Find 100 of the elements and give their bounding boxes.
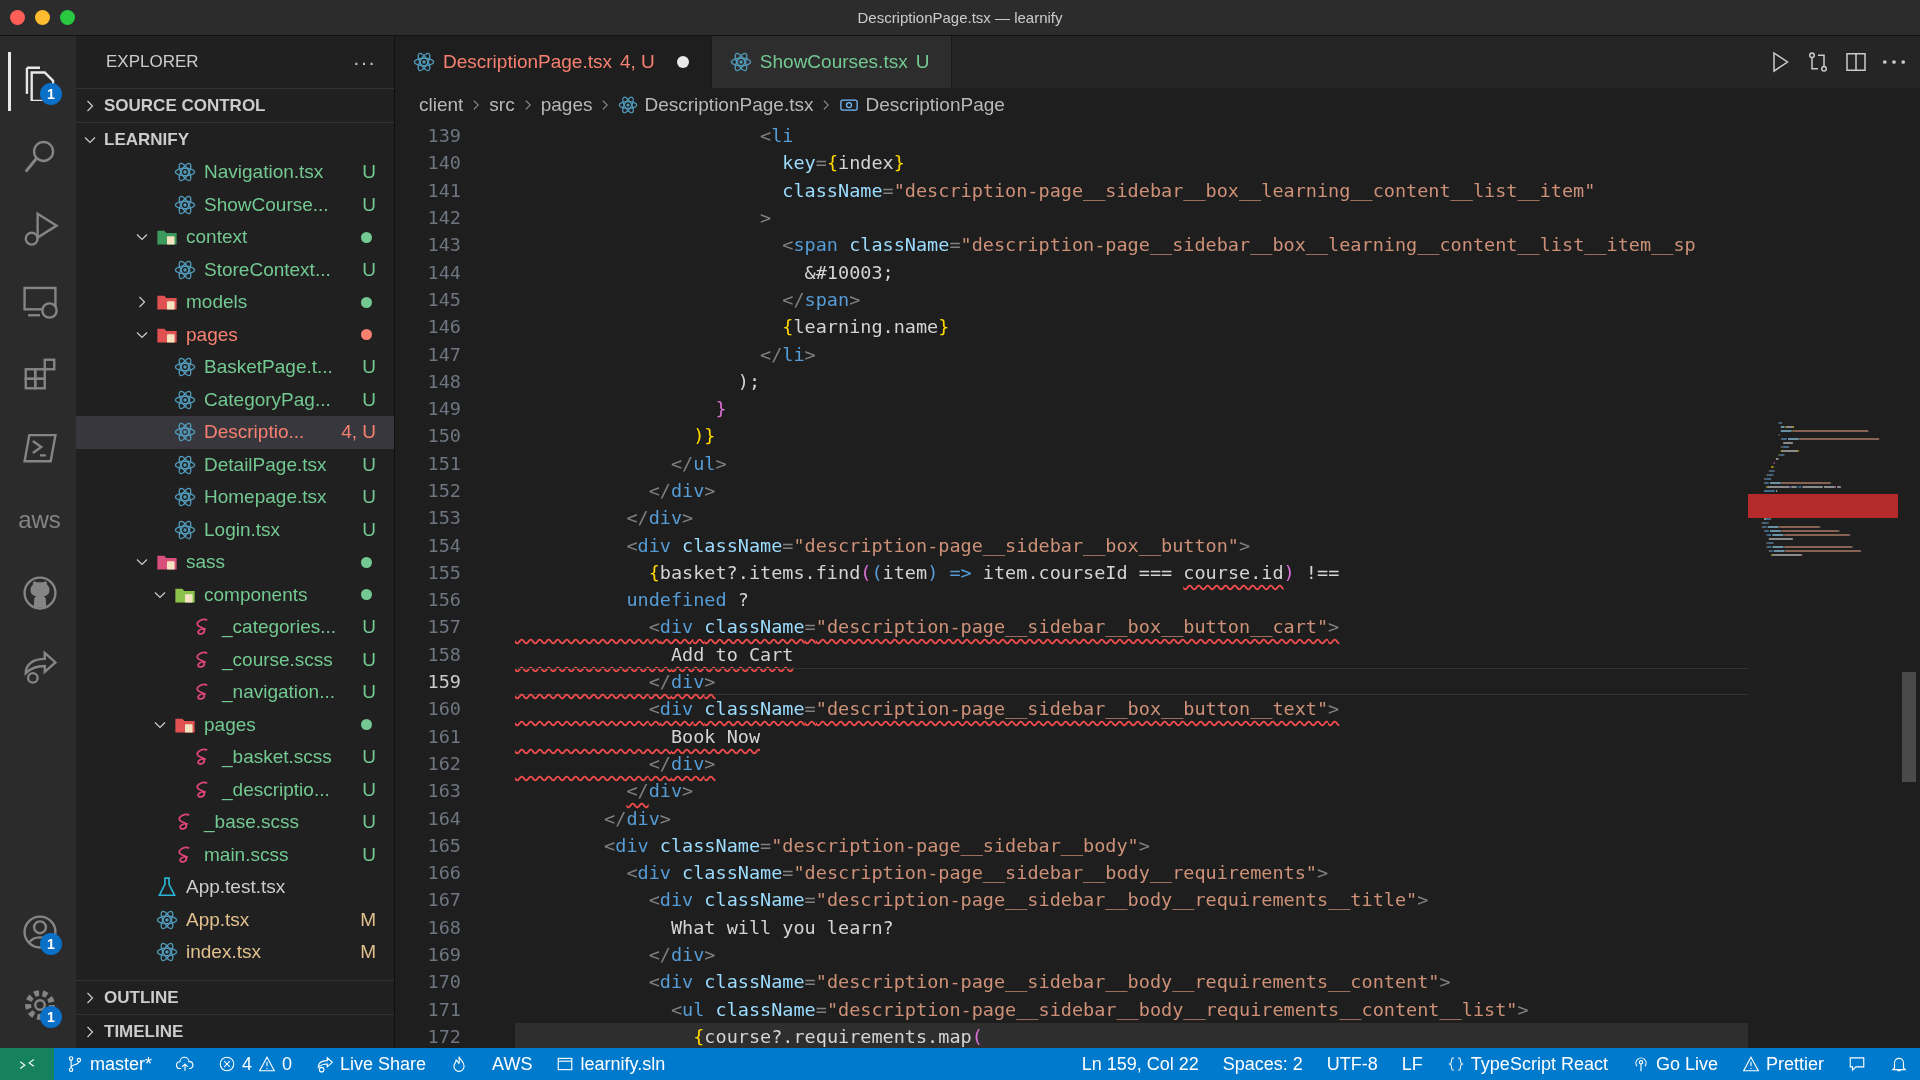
line-number: 159 [426, 671, 462, 693]
aws-button[interactable]: aws [8, 490, 68, 549]
more-button[interactable] [1882, 59, 1906, 65]
tree-item[interactable]: ShowCourse... U [76, 188, 394, 221]
tree-item[interactable]: _basket.scss U [76, 741, 394, 774]
code-line: {learning.name} [781, 315, 951, 340]
status-item[interactable]: Go Live [1619, 1048, 1730, 1080]
tree-item[interactable]: _descriptio... U [76, 773, 394, 806]
line-number: 139 [426, 125, 462, 147]
code-line: Book Now [669, 724, 762, 749]
panel-title: EXPLORER [106, 52, 199, 72]
minimize-button[interactable] [35, 10, 50, 25]
section-header[interactable]: SOURCE CONTROL [76, 88, 394, 122]
status-item[interactable]: LF [1389, 1048, 1435, 1080]
line-number: 167 [426, 889, 462, 911]
code-line: </div> [625, 779, 695, 804]
maximize-button[interactable] [60, 10, 75, 25]
editor-tab[interactable]: DescriptionPage.tsx 4, U [395, 36, 712, 88]
code-line: <div className="description-page__sidebar__box__button__text"> [647, 697, 1341, 722]
editor-tab[interactable]: ShowCourses.tsx U [711, 36, 953, 88]
status-item[interactable]: Live Share [304, 1048, 439, 1080]
problems-button[interactable]: 4 0 [206, 1048, 305, 1080]
line-number: 161 [426, 725, 462, 747]
tree-item[interactable]: CategoryPag... U [76, 383, 394, 416]
status-item[interactable]: learnify.sln [544, 1048, 678, 1080]
settings-button[interactable]: 1 [8, 975, 68, 1034]
breadcrumb-item[interactable]: DescriptionPage.tsx [618, 94, 814, 116]
breadcrumb-item[interactable]: DescriptionPage [839, 94, 1005, 116]
atom-icon [156, 941, 178, 964]
line-number: 152 [426, 480, 462, 501]
split-editor-button[interactable] [1844, 50, 1868, 74]
code-line: </li> [759, 342, 817, 367]
status-item[interactable]: master* [54, 1048, 164, 1080]
tree-item[interactable]: _navigation... U [76, 676, 394, 709]
scrollbar-thumb[interactable] [1902, 672, 1916, 782]
files-button[interactable]: 1 [8, 52, 68, 111]
breadcrumb-item[interactable]: src [489, 94, 515, 116]
account-button[interactable]: 1 [8, 902, 68, 961]
share-arrow-icon [316, 1055, 335, 1073]
code-line: <div className="description-page__sidebar__body"> [603, 833, 1151, 858]
compare-button[interactable] [1806, 50, 1830, 74]
tree-item[interactable]: Navigation.tsx U [76, 156, 394, 189]
tree-item[interactable]: Homepage.tsx U [76, 481, 394, 514]
tree-item[interactable]: components [76, 578, 394, 611]
line-number: 147 [426, 343, 462, 365]
tree-item[interactable]: sass [76, 546, 394, 579]
status-item[interactable]: AWS [480, 1048, 545, 1080]
tree-item[interactable]: BasketPage.t... U [76, 351, 394, 384]
line-number: 143 [426, 234, 462, 256]
code-line: <div className="description-page__sidebar__body__requirements__title"> [647, 888, 1430, 913]
close-button[interactable] [10, 10, 25, 25]
tree-item[interactable]: pages [76, 708, 394, 741]
code-line: </div> [625, 506, 695, 531]
tree-item[interactable]: App.tsx M [76, 903, 394, 936]
code-line: </div> [515, 667, 1748, 696]
tree-item[interactable]: index.tsx M [76, 936, 394, 969]
code-line: undefined ? [625, 588, 750, 613]
tree-item[interactable]: main.scss U [76, 838, 394, 871]
feedback-icon [1848, 1055, 1866, 1073]
atom-icon [174, 356, 196, 379]
breadcrumb-item[interactable]: client [419, 94, 464, 116]
count-badge: 1 [40, 933, 62, 955]
section-header[interactable]: LEARNIFY [76, 122, 394, 156]
line-number: 172 [426, 1025, 462, 1047]
tree-item[interactable]: models [76, 286, 394, 319]
line-number: 148 [426, 370, 462, 392]
tree-item[interactable]: Login.tsx U [76, 513, 394, 546]
tree-item[interactable]: pages [76, 318, 394, 351]
tree-item[interactable]: StoreContext... U [76, 253, 394, 286]
line-number: 165 [426, 834, 462, 856]
status-item[interactable]: Ln 159, Col 22 [1069, 1048, 1211, 1080]
code-line: &#10003; [803, 260, 895, 285]
atom-icon [174, 258, 196, 281]
line-number: 169 [426, 944, 462, 966]
status-item[interactable]: Spaces: 2 [1210, 1048, 1315, 1080]
code-line: <div className="description-page__sidebar__box__button__cart"> [647, 615, 1341, 640]
code-line: } [714, 397, 728, 422]
compare-icon [1806, 50, 1830, 74]
breadcrumb-item[interactable]: pages [540, 94, 593, 116]
code-line: <span className="description-page__sidebar__box__learning__content__list__item__sp [781, 233, 1697, 258]
flask-icon [156, 876, 178, 899]
status-item[interactable]: TypeScript React [1434, 1048, 1620, 1080]
tree-item[interactable]: _base.scss U [76, 806, 394, 839]
tree-item[interactable]: _course.scss U [76, 643, 394, 676]
status-item[interactable]: Prettier [1729, 1048, 1836, 1080]
tree-item[interactable]: App.test.tsx [76, 871, 394, 904]
code-line: </div> [603, 806, 672, 831]
line-number: 142 [426, 207, 462, 229]
code-line: <div className="description-page__sidebar__body__requirements"> [625, 861, 1330, 886]
window-icon [556, 1055, 575, 1073]
tree-item[interactable]: DetailPage.tsx U [76, 448, 394, 481]
code-line: {basket?.items.find((item) => item.courseId === course.id) !== [647, 560, 1341, 585]
window-title: DescriptionPage.tsx — learnify [856, 9, 1064, 26]
status-item[interactable]: UTF-8 [1314, 1048, 1390, 1080]
section-header[interactable]: OUTLINE [76, 980, 394, 1014]
line-number: 153 [426, 507, 462, 529]
more-button[interactable]: ··· [353, 50, 376, 74]
tree-item[interactable]: Descriptio... 4, U [76, 416, 394, 449]
tree-item[interactable]: context [76, 221, 394, 254]
tree-item[interactable]: _categories... U [76, 611, 394, 644]
